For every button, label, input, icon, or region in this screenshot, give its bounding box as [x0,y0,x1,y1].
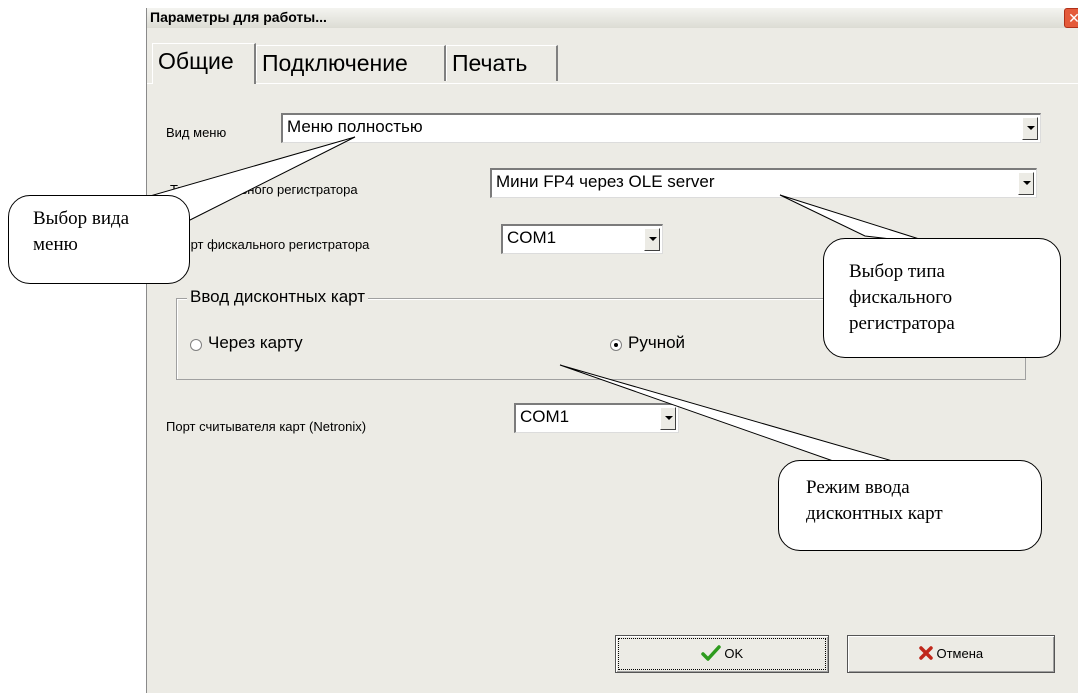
fiscal-callout-pointer [779,194,936,245]
tab-general[interactable]: Общие [152,43,256,84]
fiscal-callout-line3: регистратора [849,313,955,334]
fiscal-callout: Выбор типа фискального регистратора [823,238,1061,358]
menu-callout-line2: меню [33,234,78,255]
menu-callout-line1: Выбор вида [33,208,130,229]
discount-callout: Режим ввода дисконтных карт [778,460,1042,551]
fiscal-callout-line2: фискального [849,287,953,308]
discount-callout-pointer [559,364,897,463]
menu-callout: Выбор вида меню [8,195,190,284]
fiscal-callout-line1: Выбор типа [849,261,945,282]
discount-callout-line2: дисконтных карт [806,503,943,524]
discount-callout-line1: Режим ввода [806,477,910,498]
